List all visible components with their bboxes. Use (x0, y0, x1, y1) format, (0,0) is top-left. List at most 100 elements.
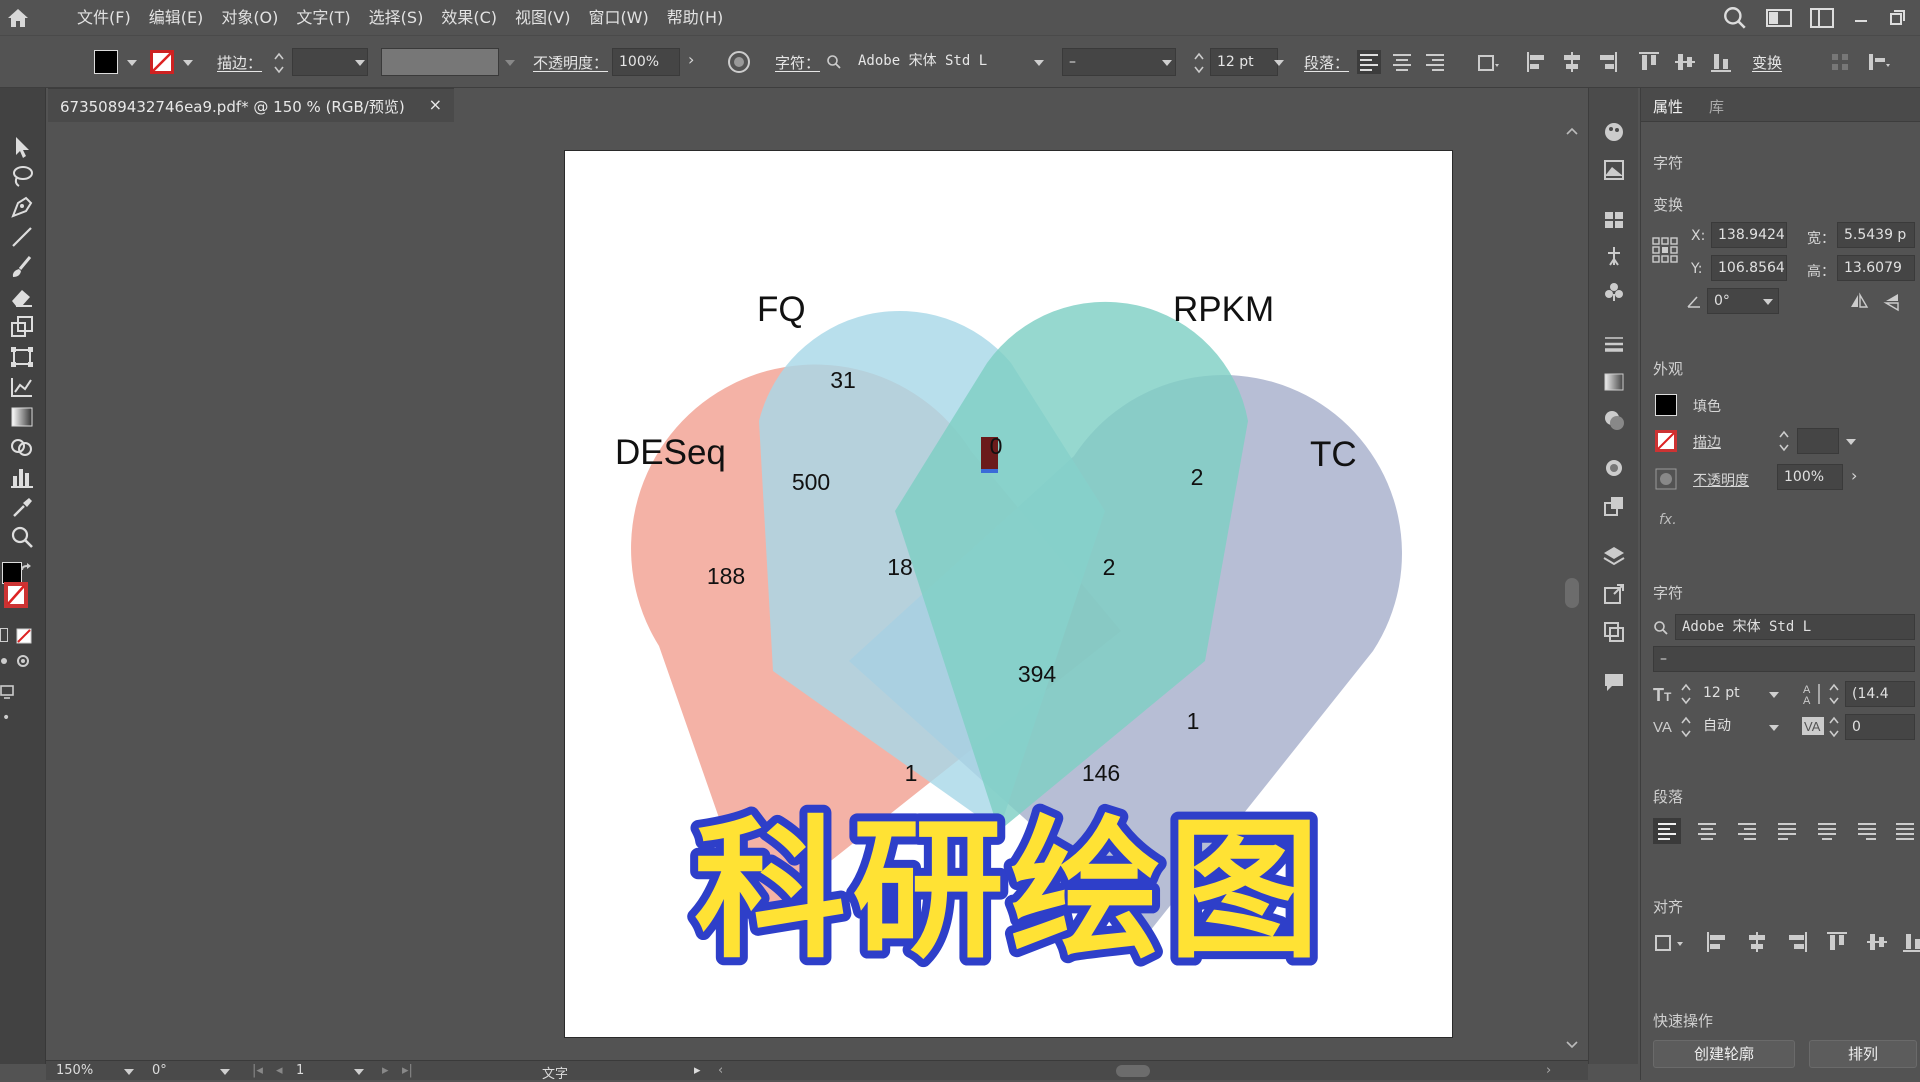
color-guide-icon[interactable] (1602, 120, 1626, 144)
fx-label[interactable]: fx. (1659, 512, 1677, 528)
fill-swatch[interactable] (94, 50, 118, 74)
stroke-label[interactable]: 描边： (217, 52, 262, 73)
stroke-panel-icon[interactable] (1602, 332, 1626, 356)
layers-icon[interactable] (1602, 544, 1626, 568)
close-document-icon[interactable]: × (429, 95, 442, 114)
kerning-field[interactable]: 自动 (1697, 714, 1767, 740)
chevron-down-icon[interactable] (183, 60, 193, 66)
chevron-right-icon[interactable]: › (688, 50, 694, 69)
page-number[interactable]: 1 (296, 1063, 304, 1078)
font-size-stepper[interactable] (1192, 50, 1206, 76)
menu-view[interactable]: 视图(V) (506, 0, 579, 36)
tracking-stepper[interactable] (1827, 714, 1841, 740)
font-style-field[interactable]: – (1062, 48, 1176, 76)
x-position-field[interactable]: 138.9424 (1711, 222, 1787, 248)
align-center-icon[interactable] (1390, 50, 1414, 74)
venn-region-count[interactable]: 2 (1103, 554, 1116, 580)
document-tab[interactable]: 6735089432746ea9.pdf* @ 150 % (RGB/预览) × (48, 88, 454, 122)
vertical-align-top-icon[interactable] (1637, 50, 1661, 74)
paragraph-label[interactable]: 段落： (1304, 52, 1349, 73)
leading-field[interactable]: (14.4 (1845, 681, 1915, 707)
none-color-icon[interactable] (16, 628, 32, 644)
menu-type[interactable]: 文字(T) (287, 0, 359, 36)
screen-mode-icon[interactable] (16, 654, 30, 668)
vertical-align-center-icon[interactable] (1673, 50, 1697, 74)
vertical-align-bottom-icon[interactable] (1709, 50, 1733, 74)
reference-point-icon[interactable] (1651, 236, 1679, 264)
artboards-icon[interactable] (1602, 620, 1626, 644)
gradient-tool-icon[interactable] (8, 404, 36, 430)
paragraph-align-center-icon[interactable] (1693, 818, 1721, 844)
align-vertical-centers-icon[interactable] (1865, 930, 1889, 954)
change-screen-mode-icon[interactable] (0, 684, 14, 700)
arrange-documents-icon[interactable] (1810, 7, 1834, 29)
chevron-down-icon[interactable] (505, 60, 515, 66)
artboard[interactable]: FQ RPKM DESeq TC 31 0 2 500 188 18 2 394 1 1 146 科… (564, 150, 1453, 1038)
isolate-icon[interactable] (1830, 52, 1850, 72)
font-search-icon[interactable] (826, 54, 842, 70)
horizontal-align-right-icon[interactable] (1597, 50, 1619, 74)
status-menu-icon[interactable]: ▸ (694, 1063, 701, 1078)
horizontal-scroll-thumb[interactable] (1116, 1065, 1150, 1077)
horizontal-align-left-icon[interactable] (1525, 50, 1547, 74)
scroll-left-icon[interactable]: ‹ (718, 1063, 723, 1078)
horizontal-align-center-icon[interactable] (1561, 50, 1583, 74)
align-to-icon[interactable] (1653, 930, 1689, 954)
font-size-field[interactable]: 12 pt (1697, 681, 1767, 707)
venn-region-count[interactable]: 188 (707, 563, 745, 589)
chevron-down-icon[interactable] (1846, 439, 1856, 445)
pen-tool-icon[interactable] (8, 194, 36, 220)
search-icon[interactable] (1722, 5, 1748, 31)
align-left-edges-icon[interactable] (1705, 930, 1729, 954)
chevron-down-icon[interactable] (355, 60, 365, 66)
last-page-icon[interactable]: ▸| (402, 1063, 413, 1078)
font-family-field[interactable]: Adobe 宋体 Std L (1675, 614, 1915, 640)
opacity-field[interactable]: 100% (612, 48, 680, 76)
create-outlines-button[interactable]: 创建轮廓 (1653, 1040, 1795, 1068)
font-size-stepper[interactable] (1679, 681, 1693, 707)
venn-region-count[interactable]: 394 (1018, 661, 1057, 687)
recolor-artwork-icon[interactable] (727, 50, 751, 74)
scroll-right-icon[interactable]: › (1546, 1063, 1551, 1078)
next-page-icon[interactable]: ▸ (382, 1063, 389, 1078)
venn-region-count[interactable]: 18 (887, 554, 913, 580)
comments-icon[interactable] (1602, 670, 1626, 694)
symbols-icon[interactable] (1602, 280, 1626, 304)
menu-object[interactable]: 对象(O) (212, 0, 287, 36)
justify-left-icon[interactable] (1773, 818, 1801, 844)
gradient-panel-icon[interactable] (1602, 370, 1626, 394)
lasso-tool-icon[interactable] (8, 164, 36, 190)
zoom-tool-icon[interactable] (8, 524, 36, 550)
column-graph-tool-icon[interactable] (8, 464, 36, 490)
first-page-icon[interactable]: |◂ (252, 1063, 263, 1078)
draw-mode-icon[interactable] (0, 654, 10, 668)
chevron-down-icon[interactable] (354, 1069, 364, 1075)
appearance-icon[interactable] (1602, 456, 1626, 480)
eraser-tool-icon[interactable] (8, 284, 36, 310)
brush-tool-icon[interactable] (8, 254, 36, 280)
minimize-icon[interactable] (1852, 9, 1870, 27)
zoom-level[interactable]: 150% (56, 1063, 93, 1078)
transparency-icon[interactable] (1602, 408, 1626, 432)
export-icon[interactable] (1602, 582, 1626, 606)
swatches-icon[interactable] (1602, 208, 1626, 232)
scroll-down-icon[interactable] (1566, 1040, 1578, 1050)
align-right-edges-icon[interactable] (1785, 930, 1809, 954)
color-mode-icon[interactable] (0, 628, 8, 642)
menu-help[interactable]: 帮助(H) (658, 0, 733, 36)
chevron-down-icon[interactable] (220, 1069, 230, 1075)
stroke-weight-stepper[interactable] (1777, 428, 1791, 454)
kerning-stepper[interactable] (1679, 714, 1693, 740)
align-left-icon[interactable] (1357, 50, 1381, 74)
workspace-switcher-icon[interactable] (1766, 7, 1792, 29)
chevron-down-icon[interactable] (1274, 60, 1284, 66)
font-style-field[interactable]: – (1653, 646, 1915, 672)
shape-builder-tool-icon[interactable] (8, 434, 36, 460)
chevron-down-icon[interactable] (124, 1069, 134, 1075)
paragraph-align-right-icon[interactable] (1733, 818, 1761, 844)
opacity-field[interactable]: 100% (1777, 464, 1843, 490)
chevron-down-icon[interactable] (1162, 60, 1172, 66)
chevron-down-icon[interactable] (1769, 725, 1779, 731)
venn-region-count[interactable]: 31 (830, 367, 856, 393)
align-right-icon[interactable] (1423, 50, 1447, 74)
